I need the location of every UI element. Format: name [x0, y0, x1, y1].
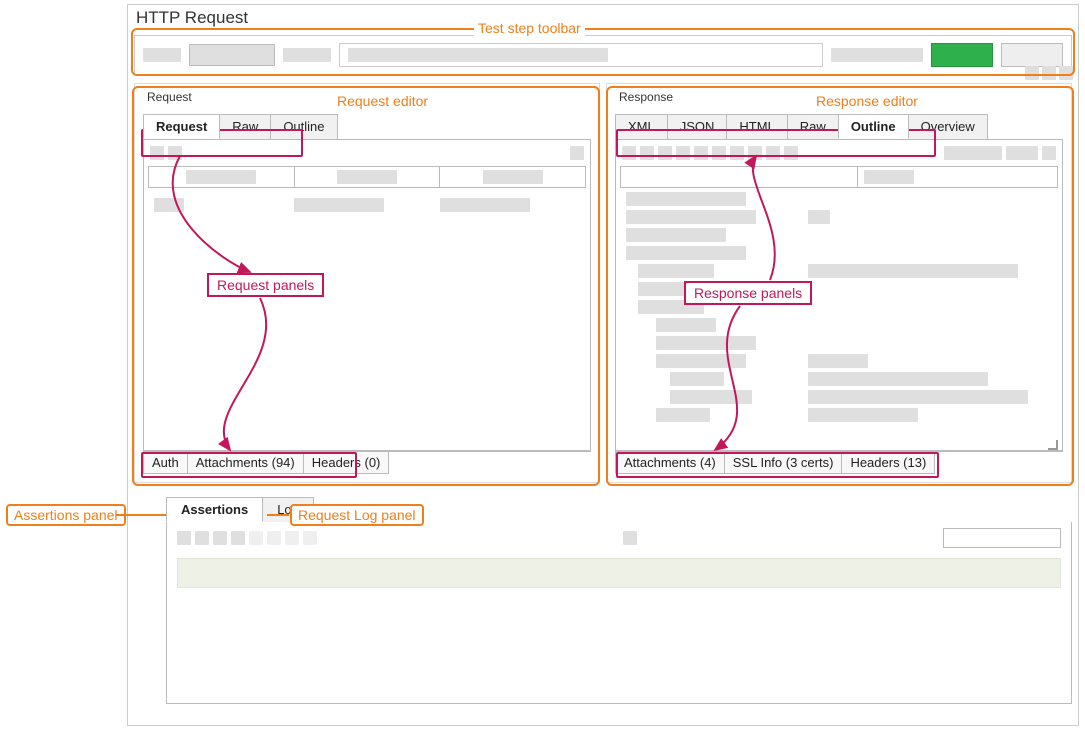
toolbar-ph — [143, 48, 181, 62]
tab-headers[interactable]: Headers (0) — [303, 452, 390, 474]
response-body — [615, 140, 1063, 451]
request-bottom-tabs: Auth Attachments (94) Headers (0) — [143, 451, 591, 474]
toolbar-icon[interactable] — [267, 531, 281, 545]
toolbar-icon[interactable] — [676, 146, 690, 160]
tab-xml[interactable]: XML — [615, 114, 668, 139]
request-editor: Request Request Raw Outline — [134, 83, 600, 483]
corner-icon[interactable] — [1059, 66, 1073, 80]
tab-raw[interactable]: Raw — [219, 114, 271, 139]
toolbar-icon[interactable] — [150, 146, 164, 160]
toolbar-icon[interactable] — [640, 146, 654, 160]
tab-auth[interactable]: Auth — [143, 452, 188, 474]
tab-attachments[interactable]: Attachments (94) — [187, 452, 304, 474]
callout-assertions-label: Assertions panel — [6, 504, 126, 526]
http-request-window: HTTP Request Request Request Raw Outline — [127, 4, 1079, 726]
toolbar-icon[interactable] — [623, 531, 637, 545]
tab-overview[interactable]: Overview — [908, 114, 988, 139]
connector — [267, 514, 289, 516]
tab-headers[interactable]: Headers (13) — [841, 452, 935, 474]
connector — [116, 514, 170, 516]
toolbar-button[interactable] — [1001, 43, 1063, 67]
toolbar-icon[interactable] — [730, 146, 744, 160]
corner-icon[interactable] — [1042, 66, 1056, 80]
window-title: HTTP Request — [128, 5, 1078, 31]
response-bottom-tabs: Attachments (4) SSL Info (3 certs) Heade… — [615, 451, 1063, 474]
toolbar-icon[interactable] — [766, 146, 780, 160]
toolbar-icon[interactable] — [1006, 146, 1038, 160]
lower-panel: Assertions Log — [166, 497, 1072, 704]
url-input[interactable] — [339, 43, 823, 67]
response-editor: Response XML JSON HTML Raw Outline Overv… — [606, 83, 1072, 483]
response-tabs: XML JSON HTML Raw Outline Overview — [615, 114, 1063, 140]
tab-json[interactable]: JSON — [667, 114, 728, 139]
request-editor-title: Request — [143, 90, 591, 104]
toolbar-ph — [831, 48, 923, 62]
filter-input[interactable] — [943, 528, 1061, 548]
tab-log[interactable]: Log — [262, 497, 314, 522]
toolbar-icon[interactable] — [748, 146, 762, 160]
toolbar-icon[interactable] — [195, 531, 209, 545]
toolbar-icon[interactable] — [622, 146, 636, 160]
toolbar-icon[interactable] — [944, 146, 1002, 160]
toolbar-icon[interactable] — [658, 146, 672, 160]
toolbar-icon[interactable] — [303, 531, 317, 545]
method-dropdown[interactable] — [189, 44, 275, 66]
tab-attachments[interactable]: Attachments (4) — [615, 452, 725, 474]
tab-assertions[interactable]: Assertions — [166, 497, 263, 522]
toolbar-icon[interactable] — [168, 146, 182, 160]
toolbar-icon[interactable] — [1042, 146, 1056, 160]
toolbar-icon[interactable] — [213, 531, 227, 545]
tab-request[interactable]: Request — [143, 114, 220, 139]
response-editor-title: Response — [615, 90, 1063, 104]
tab-html[interactable]: HTML — [726, 114, 787, 139]
toolbar-icon[interactable] — [249, 531, 263, 545]
tab-sslinfo[interactable]: SSL Info (3 certs) — [724, 452, 843, 474]
toolbar-icon[interactable] — [712, 146, 726, 160]
request-tabs: Request Raw Outline — [143, 114, 591, 140]
toolbar-icon[interactable] — [285, 531, 299, 545]
corner-icon[interactable] — [1025, 66, 1039, 80]
tab-raw[interactable]: Raw — [787, 114, 839, 139]
submit-button[interactable] — [931, 43, 993, 67]
assertion-row[interactable] — [177, 558, 1061, 588]
toolbar-icon[interactable] — [694, 146, 708, 160]
toolbar-icon[interactable] — [231, 531, 245, 545]
toolbar-icon[interactable] — [570, 146, 584, 160]
resize-grip-icon[interactable] — [1048, 440, 1058, 450]
tab-outline[interactable]: Outline — [838, 114, 909, 139]
test-step-toolbar — [134, 35, 1072, 75]
tab-outline[interactable]: Outline — [270, 114, 337, 139]
request-body — [143, 140, 591, 451]
toolbar-icon[interactable] — [784, 146, 798, 160]
toolbar-icon[interactable] — [177, 531, 191, 545]
toolbar-ph — [283, 48, 331, 62]
